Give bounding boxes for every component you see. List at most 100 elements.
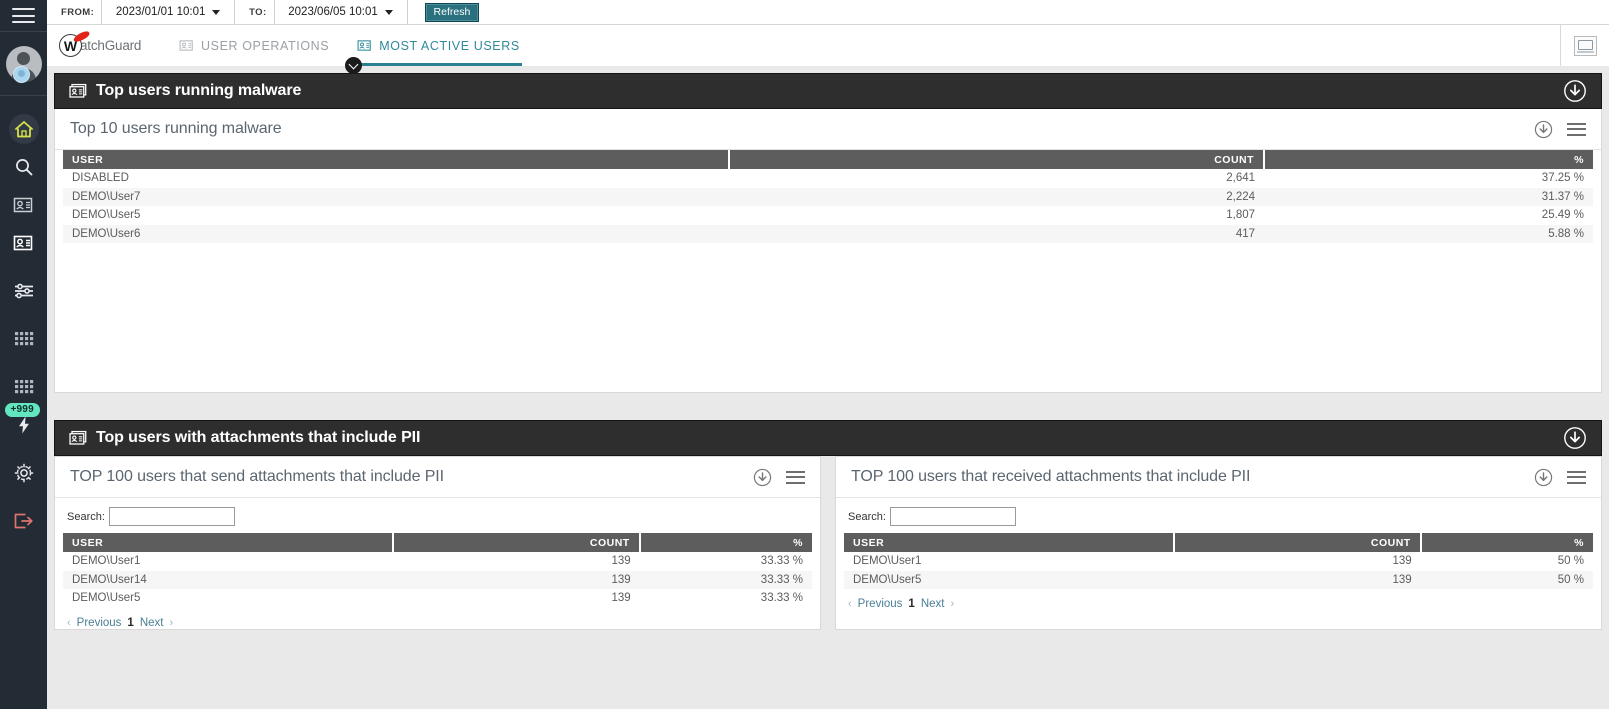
widget-menu-button[interactable] — [1567, 122, 1586, 136]
cell-user: DEMO\User5 — [72, 209, 141, 222]
table-row[interactable]: DEMO\User7 2,224 31.37 % — [63, 187, 1593, 206]
cell-user: DEMO\User1 — [72, 555, 141, 568]
left-sidebar: +999 — [0, 0, 47, 709]
date-filter-bar: FROM: 2023/01/01 10:01 TO: 2023/06/05 10… — [47, 0, 1609, 25]
pagination-next[interactable]: Next — [921, 598, 945, 610]
from-date-select[interactable]: 2023/01/01 10:01 — [101, 0, 236, 24]
cell-user: DEMO\User5 — [853, 573, 922, 586]
sidebar-item-alerts[interactable]: +999 — [0, 403, 47, 444]
pagination-prev-arrow-icon: ‹ — [67, 616, 71, 629]
malware-users-table: USER COUNT % DISABLED 2,641 37.25 % DEMO… — [63, 150, 1593, 243]
sidebar-item-settings[interactable] — [0, 454, 47, 492]
table-row[interactable]: DEMO\User5 1,807 25.49 % — [63, 206, 1593, 225]
sidebar-item-search[interactable] — [0, 148, 47, 186]
column-header-count[interactable]: COUNT — [728, 150, 1266, 169]
tab-user-operations-label: USER OPERATIONS — [201, 38, 330, 53]
cell-percent: 33.33 % — [760, 573, 803, 586]
table-header-row: USER COUNT % — [63, 150, 1593, 169]
cell-percent: 31.37 % — [1541, 190, 1584, 203]
table-container: USER COUNT % DISABLED 2,641 37.25 % DEMO… — [55, 150, 1601, 243]
column-header-user[interactable]: USER — [844, 533, 1175, 552]
cell-user: DEMO\User7 — [72, 190, 141, 203]
column-header-percent[interactable]: % — [1264, 150, 1593, 169]
header-image-placeholder[interactable] — [1560, 25, 1609, 66]
column-header-count[interactable]: COUNT — [392, 533, 641, 552]
tab-most-active-users-label: MOST ACTIVE USERS — [379, 38, 520, 53]
search-input[interactable] — [889, 507, 1016, 526]
cell-percent: 50 % — [1557, 573, 1584, 586]
column-header-percent[interactable]: % — [639, 533, 812, 552]
panel-download-button[interactable] — [1563, 79, 1587, 103]
table-row[interactable]: DEMO\User5 139 33.33 % — [63, 589, 812, 608]
table-row[interactable]: DEMO\User1 139 33.33 % — [63, 552, 812, 571]
sidebar-item-grid-alt[interactable] — [0, 368, 47, 406]
sidebar-item-filters[interactable] — [0, 272, 47, 310]
column-header-percent[interactable]: % — [1420, 533, 1593, 552]
pagination-page-1[interactable]: 1 — [908, 598, 914, 610]
hamburger-icon[interactable] — [12, 8, 35, 23]
cell-percent: 5.88 % — [1548, 227, 1584, 240]
sidebar-item-logout[interactable] — [0, 502, 47, 540]
pagination-previous[interactable]: Previous — [77, 617, 122, 629]
cell-user: DEMO\User1 — [853, 555, 922, 568]
sidebar-item-user-card-alt[interactable] — [0, 224, 47, 262]
table-row[interactable]: DEMO\User5 139 50 % — [844, 570, 1593, 589]
widget-download-button[interactable] — [1534, 468, 1553, 487]
widget-tools — [753, 468, 805, 487]
widget-menu-button[interactable] — [786, 470, 805, 484]
logo-text: atchGuard — [80, 38, 142, 53]
pagination-previous[interactable]: Previous — [858, 598, 903, 610]
from-date-value: 2023/01/01 10:01 — [115, 6, 206, 18]
search-row: Search: — [55, 498, 820, 533]
alerts-count-badge: +999 — [4, 403, 40, 417]
widget-header: Top 10 users running malware — [55, 109, 1601, 150]
pagination-page-1[interactable]: 1 — [127, 617, 133, 629]
grid-icon — [14, 331, 34, 347]
table-container: USER COUNT % DEMO\User1 139 50 % DEMO\Us… — [836, 533, 1601, 589]
widget-title: TOP 100 users that received attachments … — [851, 468, 1251, 485]
widget-menu-button[interactable] — [1567, 470, 1586, 484]
widget-download-button[interactable] — [1534, 120, 1553, 139]
table-row[interactable]: DEMO\User1 139 50 % — [844, 552, 1593, 571]
table-row[interactable]: DEMO\User14 139 33.33 % — [63, 570, 812, 589]
table-row[interactable]: DISABLED 2,641 37.25 % — [63, 169, 1593, 188]
pagination-next[interactable]: Next — [140, 617, 164, 629]
search-input[interactable] — [108, 507, 235, 526]
table-row[interactable]: DEMO\User6 417 5.88 % — [63, 224, 1593, 243]
avatar[interactable] — [0, 32, 47, 96]
tab-user-operations[interactable]: USER OPERATIONS — [177, 25, 331, 66]
pii-received-table: USER COUNT % DEMO\User1 139 50 % DEMO\Us… — [844, 533, 1593, 589]
cell-count: 139 — [611, 592, 631, 605]
widget-header: TOP 100 users that received attachments … — [836, 457, 1601, 498]
avatar-status-badge — [12, 66, 30, 83]
watchguard-logo: W atchGuard — [59, 29, 153, 57]
report-card-icon — [69, 430, 87, 445]
column-header-user[interactable]: USER — [63, 150, 730, 169]
cell-percent: 37.25 % — [1541, 172, 1584, 185]
column-header-count[interactable]: COUNT — [1173, 533, 1422, 552]
report-card-icon — [179, 40, 193, 51]
search-label: Search: — [67, 510, 105, 523]
to-date-value: 2023/06/05 10:01 — [288, 6, 378, 18]
panel-header: Top users running malware — [54, 73, 1602, 109]
to-date-select[interactable]: 2023/06/05 10:01 — [273, 0, 408, 24]
tab-most-active-users[interactable]: MOST ACTIVE USERS — [345, 25, 522, 74]
sidebar-menu-toggle[interactable] — [0, 0, 47, 32]
download-circle-icon — [1534, 468, 1553, 486]
filters-icon — [13, 283, 35, 299]
table-container: USER COUNT % DEMO\User1 139 33.33 % DEMO… — [55, 533, 820, 608]
cell-percent: 50 % — [1557, 555, 1584, 568]
panel-download-button[interactable] — [1563, 426, 1587, 450]
widget-download-button[interactable] — [753, 468, 772, 487]
column-header-user[interactable]: USER — [63, 533, 394, 552]
download-circle-icon — [1534, 120, 1553, 138]
home-icon — [14, 120, 34, 139]
grid-alt-icon — [14, 379, 34, 395]
sidebar-item-grid[interactable] — [0, 320, 47, 358]
refresh-button[interactable]: Refresh — [424, 2, 480, 22]
pagination-next-arrow-icon: › — [169, 616, 174, 629]
pagination-next-arrow-icon: › — [950, 598, 955, 610]
sidebar-item-user-card[interactable] — [0, 186, 47, 224]
sidebar-item-home[interactable] — [0, 110, 47, 148]
cell-user: DEMO\User5 — [72, 592, 141, 605]
